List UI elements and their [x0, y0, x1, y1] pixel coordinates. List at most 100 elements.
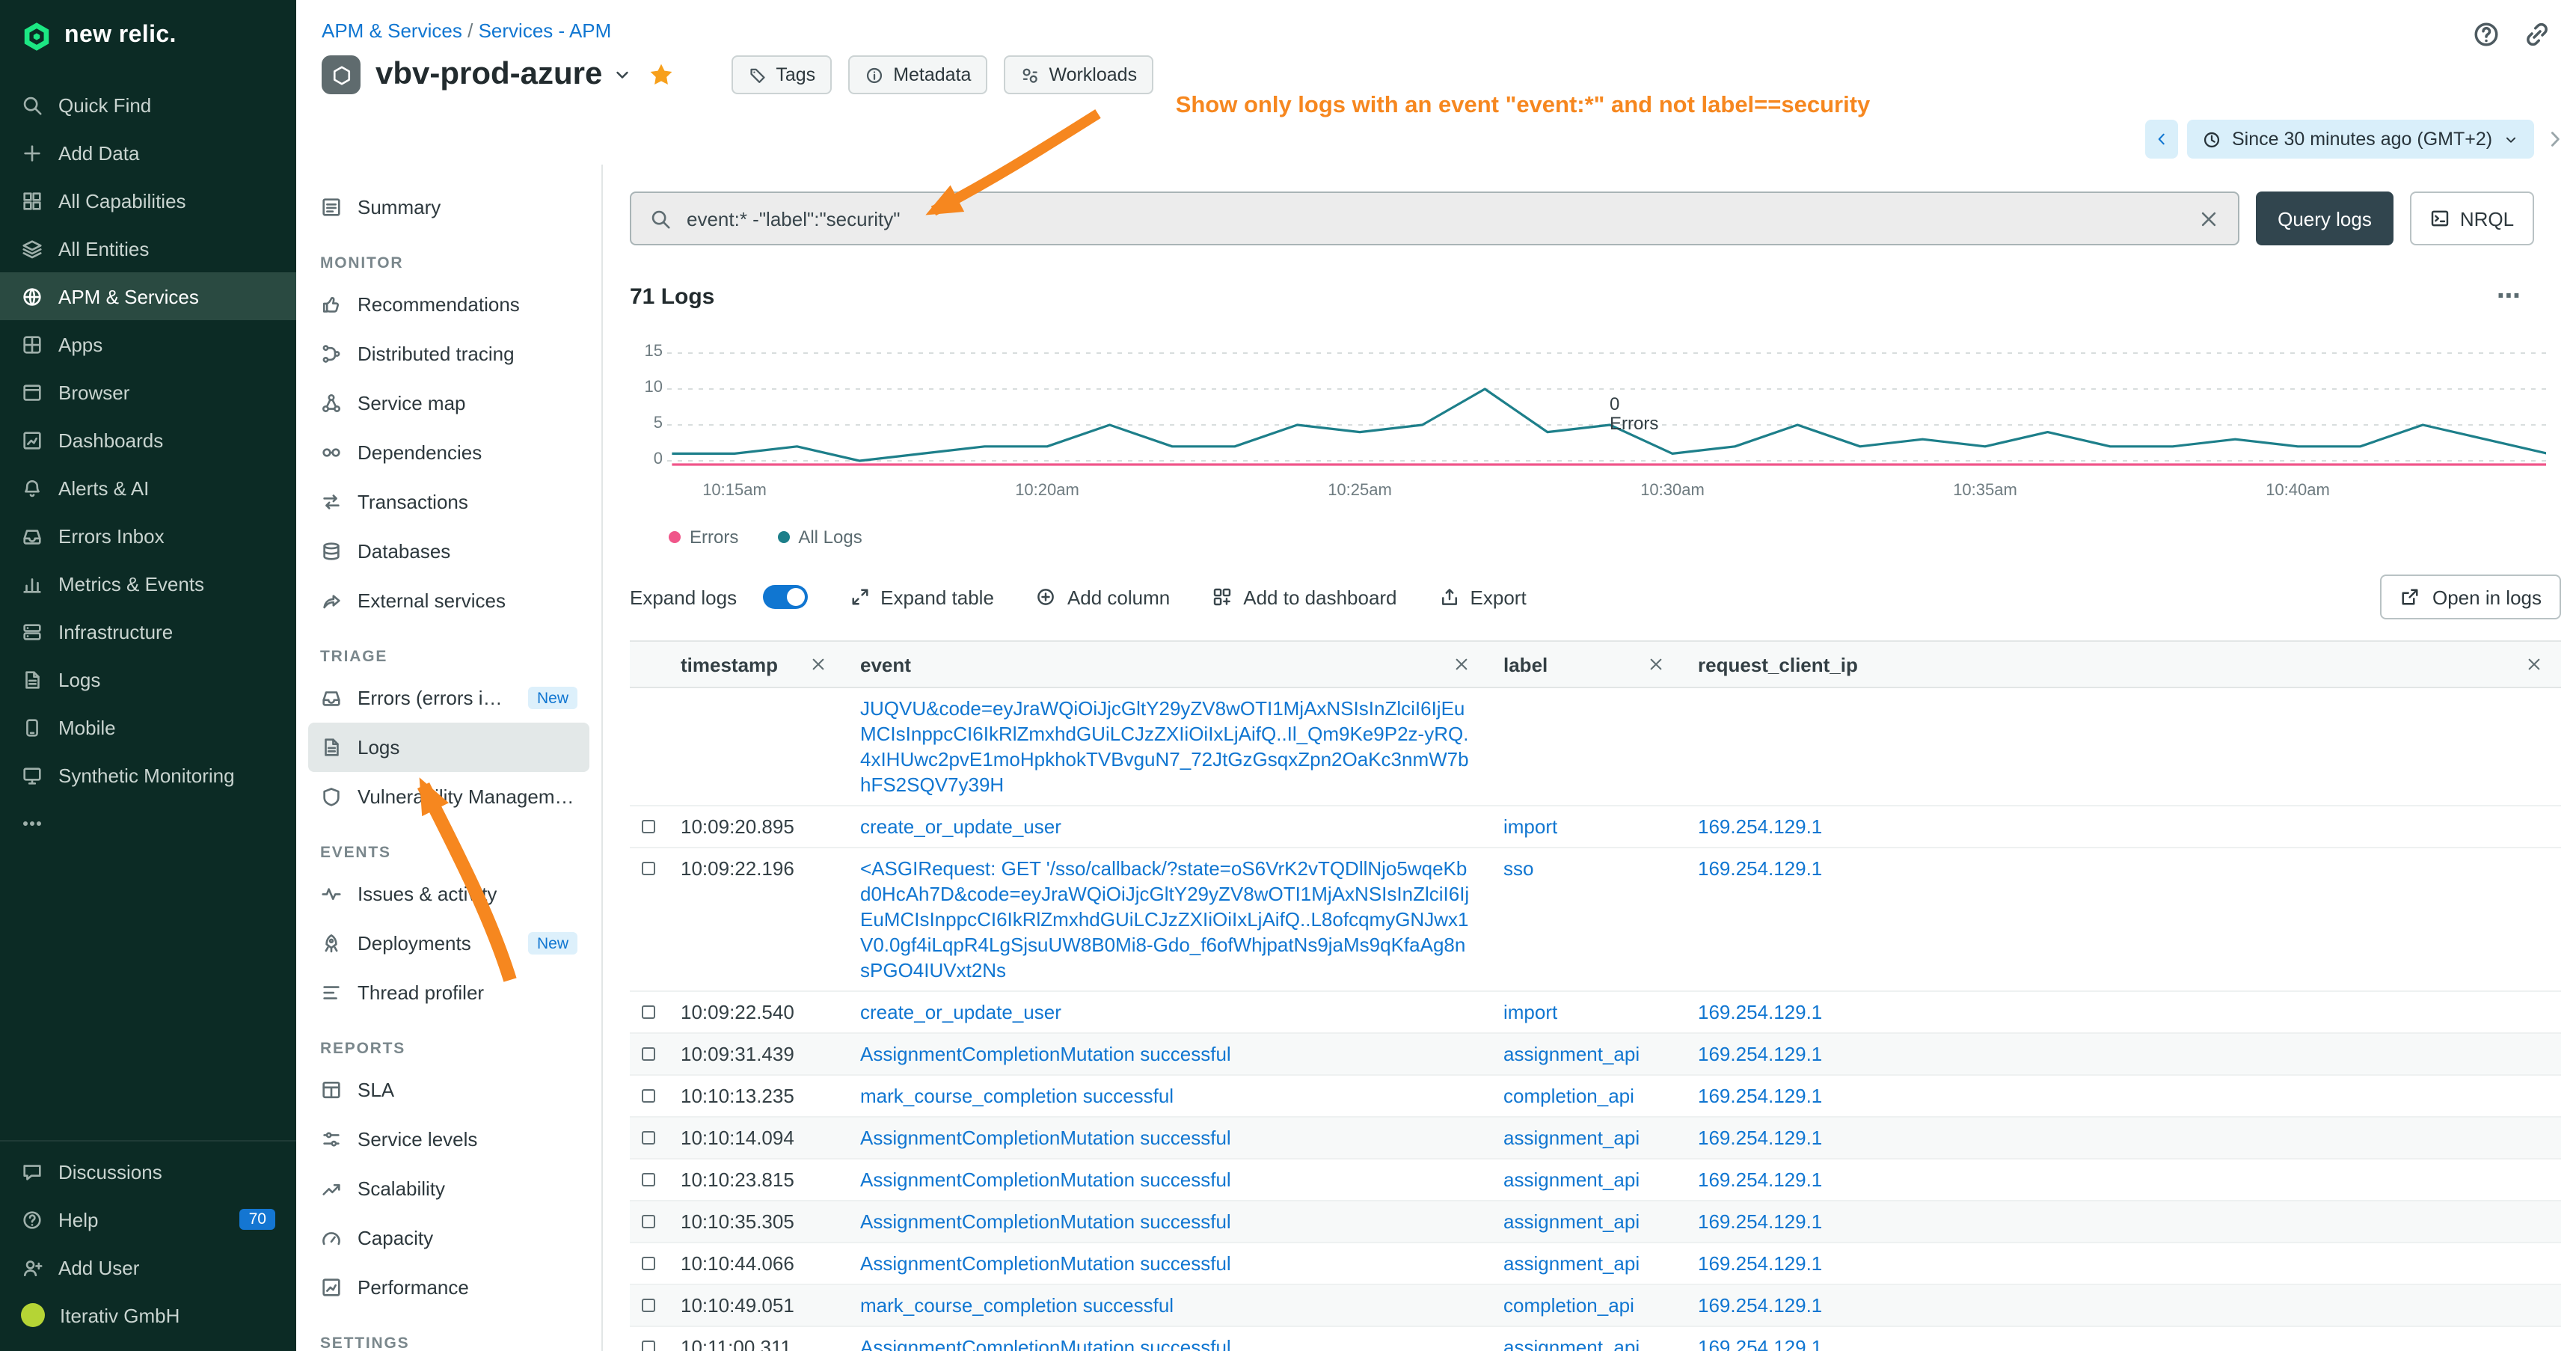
log-row[interactable]: 10:11:00.311 AssignmentCompletionMutatio… [630, 1327, 2561, 1351]
log-ip-link[interactable]: 169.254.129.1 [1698, 857, 1822, 880]
entity-nav-item-issues-activity[interactable]: Issues & activity [308, 869, 589, 919]
row-checkbox[interactable] [642, 1005, 655, 1019]
row-checkbox[interactable] [642, 1257, 655, 1270]
legend-item-all-logs[interactable]: All Logs [777, 527, 862, 548]
sidebar-item-all-capabilities[interactable]: All Capabilities [0, 177, 296, 224]
open-in-logs-button[interactable]: Open in logs [2380, 575, 2561, 619]
expand-logs-toggle[interactable]: Expand logs [630, 585, 807, 609]
log-label-link[interactable]: assignment_api [1503, 1210, 1640, 1233]
sidebar-item-mobile[interactable]: Mobile [0, 703, 296, 751]
entity-nav-item-logs[interactable]: Logs [308, 723, 589, 772]
add-to-dashboard-button[interactable]: Add to dashboard [1212, 586, 1396, 608]
sidebar-item-errors-inbox[interactable]: Errors Inbox [0, 512, 296, 560]
breadcrumb-link-services-apm[interactable]: Services - APM [479, 19, 612, 42]
log-label-link[interactable]: import [1503, 1001, 1557, 1023]
entity-nav-item-transactions[interactable]: Transactions [308, 477, 589, 527]
sidebar-item-apps[interactable]: Apps [0, 320, 296, 368]
log-row[interactable]: 10:10:44.066 AssignmentCompletionMutatio… [630, 1243, 2561, 1285]
log-event-link[interactable]: create_or_update_user [860, 815, 1061, 838]
entity-nav-item-dependencies[interactable]: Dependencies [308, 428, 589, 477]
clear-query-icon[interactable] [2198, 207, 2220, 230]
log-label-link[interactable]: completion_api [1503, 1085, 1634, 1107]
log-event-link[interactable]: AssignmentCompletionMutation successful [860, 1168, 1231, 1191]
permalink-icon[interactable] [2522, 19, 2552, 49]
workloads-button[interactable]: Workloads [1004, 55, 1153, 94]
entity-switcher-chevron-icon[interactable] [611, 64, 632, 85]
row-checkbox[interactable] [642, 1341, 655, 1351]
log-event-link[interactable]: AssignmentCompletionMutation successful [860, 1127, 1231, 1149]
log-row[interactable]: 10:09:22.540 create_or_update_user impor… [630, 992, 2561, 1034]
remove-column-icon[interactable] [1453, 655, 1471, 673]
row-checkbox[interactable] [642, 1299, 655, 1312]
log-ip-link[interactable]: 169.254.129.1 [1698, 1085, 1822, 1107]
log-event-link[interactable]: AssignmentCompletionMutation successful [860, 1043, 1231, 1065]
sidebar-item-apm-services[interactable]: APM & Services [0, 272, 296, 320]
row-checkbox[interactable] [642, 820, 655, 833]
log-label-link[interactable]: assignment_api [1503, 1127, 1640, 1149]
log-event-link[interactable]: <ASGIRequest: GET '/sso/callback/?state=… [860, 857, 1469, 981]
sidebar-item-logs[interactable]: Logs [0, 655, 296, 703]
log-event-link[interactable]: AssignmentCompletionMutation successful [860, 1336, 1231, 1351]
log-label-link[interactable]: import [1503, 815, 1557, 838]
log-row[interactable]: 10:10:49.051 mark_course_completion succ… [630, 1285, 2561, 1327]
entity-nav-item-service-levels[interactable]: Service levels [308, 1115, 589, 1164]
sidebar-item-discussions[interactable]: Discussions [0, 1148, 296, 1195]
sidebar-item-add-user[interactable]: Add User [0, 1243, 296, 1291]
row-checkbox[interactable] [642, 1047, 655, 1061]
expand-table-button[interactable]: Expand table [849, 586, 994, 608]
log-row[interactable]: 10:10:23.815 AssignmentCompletionMutatio… [630, 1159, 2561, 1201]
sidebar-item-metrics-events[interactable]: Metrics & Events [0, 560, 296, 607]
log-label-link[interactable]: assignment_api [1503, 1336, 1640, 1351]
toggle-on[interactable] [762, 585, 807, 609]
entity-nav-item-service-map[interactable]: Service map [308, 379, 589, 428]
sidebar-more[interactable] [0, 799, 296, 847]
tags-button[interactable]: Tags [731, 55, 832, 94]
log-ip-link[interactable]: 169.254.129.1 [1698, 1043, 1822, 1065]
row-checkbox[interactable] [642, 1215, 655, 1228]
log-row[interactable]: JUQVU&code=eyJraWQiOiJjcGltY29yZV8wOTI1M… [630, 688, 2561, 806]
sidebar-item-synthetic-monitoring[interactable]: Synthetic Monitoring [0, 751, 296, 799]
entity-nav-item-distributed-tracing[interactable]: Distributed tracing [308, 329, 589, 379]
log-ip-link[interactable]: 169.254.129.1 [1698, 1294, 1822, 1317]
logs-query-input[interactable]: event:* -"label":"security" [630, 192, 2239, 245]
sidebar-item-browser[interactable]: Browser [0, 368, 296, 416]
log-ip-link[interactable]: 169.254.129.1 [1698, 1210, 1822, 1233]
time-back-button[interactable] [2145, 120, 2178, 159]
query-logs-button[interactable]: Query logs [2256, 192, 2393, 245]
help-circle-icon[interactable] [2471, 19, 2501, 49]
time-picker[interactable]: Since 30 minutes ago (GMT+2) [2187, 120, 2534, 159]
row-checkbox[interactable] [642, 862, 655, 875]
chart-menu-button[interactable]: ⋯ [2497, 281, 2522, 311]
favorite-star-icon[interactable] [647, 61, 674, 88]
sidebar-item-all-entities[interactable]: All Entities [0, 224, 296, 272]
entity-nav-item-performance[interactable]: Performance [308, 1263, 589, 1312]
breadcrumb-link-apm-services[interactable]: APM & Services [322, 19, 462, 42]
log-label-link[interactable]: assignment_api [1503, 1168, 1640, 1191]
row-checkbox[interactable] [642, 1173, 655, 1186]
entity-nav-item-scalability[interactable]: Scalability [308, 1164, 589, 1213]
log-ip-link[interactable]: 169.254.129.1 [1698, 1127, 1822, 1149]
log-row[interactable]: 10:09:31.439 AssignmentCompletionMutatio… [630, 1034, 2561, 1076]
log-ip-link[interactable]: 169.254.129.1 [1698, 1001, 1822, 1023]
log-event-link[interactable]: mark_course_completion successful [860, 1085, 1174, 1107]
metadata-button[interactable]: Metadata [848, 55, 987, 94]
sidebar-item-help[interactable]: Help70 [0, 1195, 296, 1243]
log-row[interactable]: 10:10:35.305 AssignmentCompletionMutatio… [630, 1201, 2561, 1243]
sidebar-item-add-data[interactable]: Add Data [0, 129, 296, 177]
entity-nav-item-external-services[interactable]: External services [308, 576, 589, 625]
log-ip-link[interactable]: 169.254.129.1 [1698, 815, 1822, 838]
log-label-link[interactable]: assignment_api [1503, 1043, 1640, 1065]
log-row[interactable]: 10:10:13.235 mark_course_completion succ… [630, 1076, 2561, 1118]
log-event-link[interactable]: AssignmentCompletionMutation successful [860, 1252, 1231, 1275]
sidebar-item-dashboards[interactable]: Dashboards [0, 416, 296, 464]
log-event-link[interactable]: AssignmentCompletionMutation successful [860, 1210, 1231, 1233]
row-checkbox[interactable] [642, 1089, 655, 1103]
log-ip-link[interactable]: 169.254.129.1 [1698, 1252, 1822, 1275]
entity-nav-item-vulnerability-management[interactable]: Vulnerability Management [308, 772, 589, 821]
row-checkbox[interactable] [642, 1131, 655, 1145]
remove-column-icon[interactable] [1647, 655, 1665, 673]
log-event-link[interactable]: mark_course_completion successful [860, 1294, 1174, 1317]
log-label-link[interactable]: assignment_api [1503, 1252, 1640, 1275]
log-ip-link[interactable]: 169.254.129.1 [1698, 1168, 1822, 1191]
nrql-button[interactable]: NRQL [2410, 192, 2534, 245]
